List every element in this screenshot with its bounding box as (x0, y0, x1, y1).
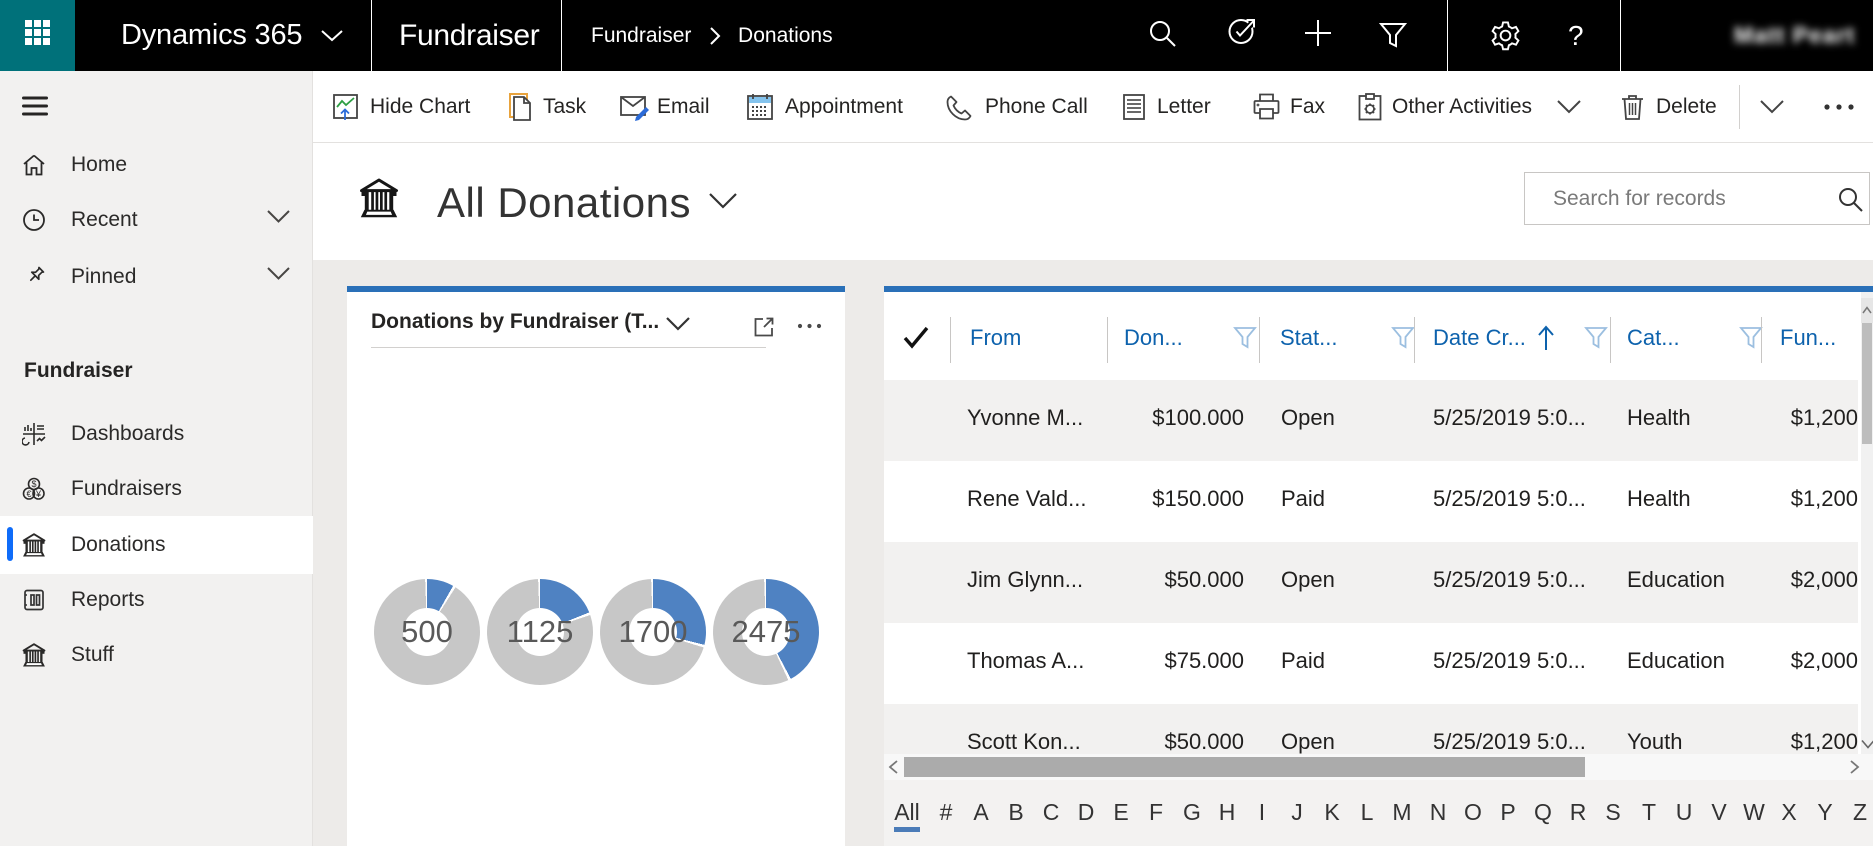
svg-text:€: € (26, 489, 31, 499)
svg-text:¥: ¥ (35, 489, 42, 499)
svg-text:$: $ (31, 479, 36, 489)
